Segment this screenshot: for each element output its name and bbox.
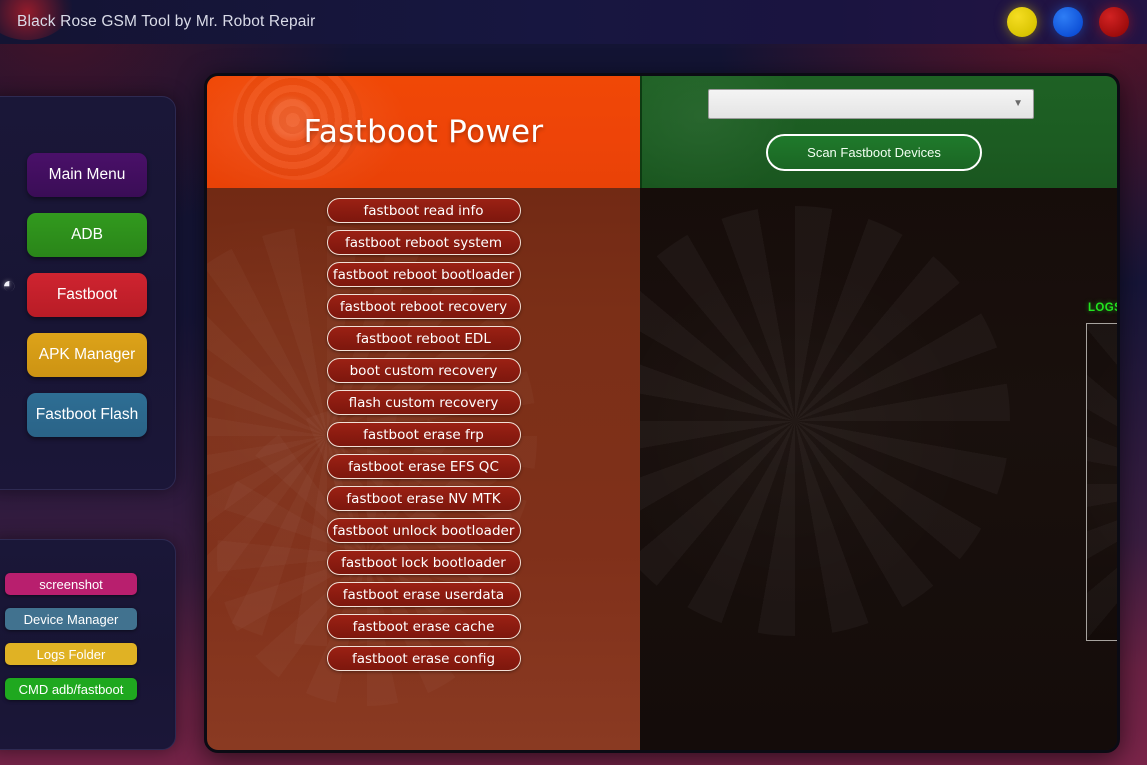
command-button[interactable]: fastboot erase EFS QC [326, 454, 521, 479]
scan-fastboot-devices-button[interactable]: Scan Fastboot Devices [766, 134, 982, 171]
sidebar-item-adb[interactable]: ADB [27, 213, 147, 257]
command-button[interactable]: fastboot unlock bootloader [326, 518, 521, 543]
command-button[interactable]: fastboot read info [326, 198, 521, 223]
command-button[interactable]: fastboot erase userdata [326, 582, 521, 607]
logs-output[interactable] [1086, 323, 1117, 641]
tool-device-manager[interactable]: Device Manager [5, 608, 137, 630]
title-bar: Black Rose GSM Tool by Mr. Robot Repair [0, 0, 1147, 44]
command-button[interactable]: flash custom recovery [326, 390, 521, 415]
tool-cmd-adb-fastboot[interactable]: CMD adb/fastboot [5, 678, 137, 700]
chevron-down-icon: ▼ [1013, 98, 1023, 109]
command-button-list: fastboot read info fastboot reboot system… [207, 188, 640, 671]
sidebar-main-nav: Main Menu ADB Fastboot APK Manager Fastb… [0, 96, 176, 490]
main-window: Fastboot Power fastboot read info fastboo… [204, 73, 1120, 753]
close-button[interactable] [1099, 7, 1129, 37]
device-header: ▼ Scan Fastboot Devices [640, 76, 1117, 188]
command-button[interactable]: fastboot erase frp [326, 422, 521, 447]
window-controls [1007, 7, 1129, 37]
command-button[interactable]: fastboot reboot recovery [326, 294, 521, 319]
command-button[interactable]: fastboot erase NV MTK [326, 486, 521, 511]
sidebar-item-fastboot-flash[interactable]: Fastboot Flash [27, 393, 147, 437]
maximize-button[interactable] [1053, 7, 1083, 37]
sidebar-item-fastboot[interactable]: Fastboot [27, 273, 147, 317]
command-button[interactable]: fastboot reboot bootloader [326, 262, 521, 287]
gear-watermark-icon [1087, 324, 1117, 640]
sidebar-tools: screenshot Device Manager Logs Folder CM… [0, 539, 176, 750]
sidebar-item-apk-manager[interactable]: APK Manager [27, 333, 147, 377]
gear-watermark-icon [640, 206, 1010, 636]
command-button[interactable]: fastboot erase config [326, 646, 521, 671]
logs-label: LOGS: [1088, 302, 1117, 314]
command-button[interactable]: boot custom recovery [326, 358, 521, 383]
page-title: Fastboot Power [303, 114, 544, 150]
minimize-button[interactable] [1007, 7, 1037, 37]
fastboot-command-panel: Fastboot Power fastboot read info fastboo… [207, 76, 640, 750]
command-button[interactable]: fastboot reboot system [326, 230, 521, 255]
command-button[interactable]: fastboot lock bootloader [326, 550, 521, 575]
tool-logs-folder[interactable]: Logs Folder [5, 643, 137, 665]
command-button[interactable]: fastboot erase cache [326, 614, 521, 639]
sidebar-item-main-menu[interactable]: Main Menu [27, 153, 147, 197]
device-select[interactable]: ▼ [708, 89, 1034, 119]
app-title: Black Rose GSM Tool by Mr. Robot Repair [17, 13, 316, 30]
command-button[interactable]: fastboot reboot EDL [326, 326, 521, 351]
device-and-logs-panel: ▼ Scan Fastboot Devices STOP LOGS: Clear… [640, 76, 1117, 750]
tool-screenshot[interactable]: screenshot [5, 573, 137, 595]
crescent-arc-icon: ◔︎ [2, 272, 17, 299]
panel-header: Fastboot Power [207, 76, 640, 188]
